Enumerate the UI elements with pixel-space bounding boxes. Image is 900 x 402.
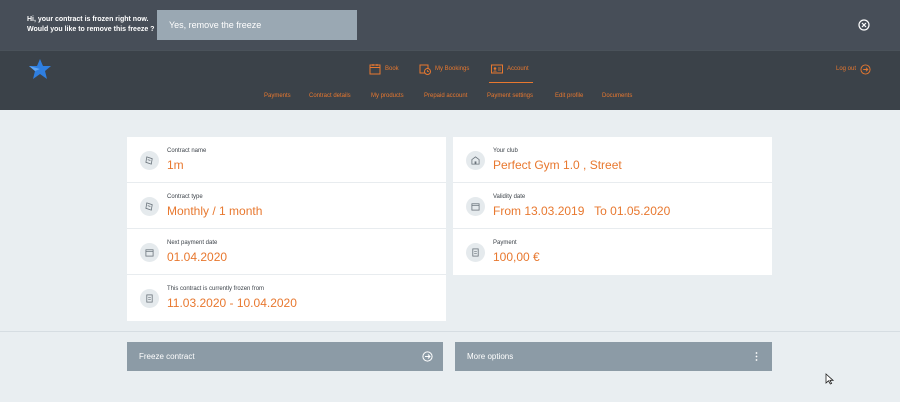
field-label: Your club	[493, 148, 518, 154]
subnav-item-payment-settings[interactable]: Payment settings	[487, 93, 533, 99]
field-label: Payment	[493, 240, 517, 246]
field-label: Contract type	[167, 194, 203, 200]
field-value: 01.04.2020	[167, 250, 228, 264]
field-value: Monthly / 1 month	[167, 204, 263, 218]
contract-type-field: Contract type Monthly / 1 month	[127, 183, 446, 229]
field-value: 11.03.2020 - 10.04.2020	[167, 296, 297, 310]
logout-button[interactable]: Log out	[836, 62, 871, 76]
club-card: Your club Perfect Gym 1.0 , Street Valid…	[453, 137, 772, 275]
validity-date-field: Validity date From 13.03.2019 To 01.05.2…	[453, 183, 772, 229]
field-label: Validity date	[493, 194, 526, 200]
field-value: 1m	[167, 158, 184, 172]
field-label: This contract is currently frozen from	[167, 286, 265, 292]
field-label: Next payment date	[167, 240, 218, 246]
nav-item-my-bookings[interactable]: My Bookings	[419, 62, 469, 76]
next-payment-date-field: Next payment date 01.04.2020	[127, 229, 446, 275]
close-icon[interactable]	[858, 19, 870, 31]
calendar-icon	[140, 243, 159, 262]
nav-item-label: My Bookings	[435, 66, 470, 72]
logout-label: Log out	[836, 66, 857, 72]
more-options-label: More options	[467, 352, 514, 361]
freeze-banner: Hi, your contract is frozen right now. W…	[0, 0, 900, 50]
id-card-icon	[491, 64, 503, 74]
document-icon	[140, 289, 159, 308]
logout-arrow-icon	[860, 63, 871, 75]
field-value: From 13.03.2019 To 01.05.2020	[493, 204, 671, 218]
contract-card: Contract name 1m Contract type Monthly /…	[127, 137, 446, 321]
calendar-icon	[466, 197, 485, 216]
frozen-period-field: This contract is currently frozen from 1…	[127, 275, 446, 321]
subnav-item-prepaid-account[interactable]: Prepaid account	[424, 93, 467, 99]
contract-name-field: Contract name 1m	[127, 137, 446, 183]
building-icon	[466, 151, 485, 170]
calendar-clock-icon	[419, 64, 431, 75]
document-icon	[466, 243, 485, 262]
section-divider	[0, 331, 900, 332]
kebab-menu-icon	[755, 352, 758, 361]
arrow-right-circle-icon	[422, 351, 433, 362]
ticket-icon	[140, 151, 159, 170]
field-value: 100,00 €	[493, 250, 540, 264]
field-label: Contract name	[167, 148, 207, 154]
freeze-banner-message: Hi, your contract is frozen right now. W…	[27, 16, 155, 33]
field-value: Perfect Gym 1.0 , Street	[493, 158, 622, 172]
main-nav: Book My Bookings Account	[0, 51, 900, 86]
subnav-item-documents[interactable]: Documents	[602, 93, 632, 99]
subnav-item-contract-details[interactable]: Contract details	[309, 93, 351, 99]
main-header: Book My Bookings Account Log out Payment…	[0, 50, 900, 110]
more-options-button[interactable]: More options	[455, 342, 772, 371]
subnav-item-my-products[interactable]: My products	[371, 93, 404, 99]
freeze-contract-label: Freeze contract	[139, 352, 195, 361]
nav-item-label: Book	[385, 66, 399, 72]
nav-item-account[interactable]: Account	[489, 62, 533, 83]
payment-field: Payment 100,00 €	[453, 229, 772, 275]
calendar-icon	[369, 64, 381, 75]
account-subnav: Payments Contract details My products Pr…	[0, 93, 900, 105]
your-club-field: Your club Perfect Gym 1.0 , Street	[453, 137, 772, 183]
mouse-cursor-icon	[825, 373, 834, 385]
subnav-item-payments[interactable]: Payments	[264, 93, 291, 99]
subnav-item-edit-profile[interactable]: Edit profile	[555, 93, 583, 99]
nav-item-label: Account	[507, 66, 529, 72]
remove-freeze-button[interactable]: Yes, remove the freeze	[157, 10, 357, 40]
ticket-icon	[140, 197, 159, 216]
nav-item-book[interactable]: Book	[369, 62, 399, 76]
freeze-contract-button[interactable]: Freeze contract	[127, 342, 443, 371]
